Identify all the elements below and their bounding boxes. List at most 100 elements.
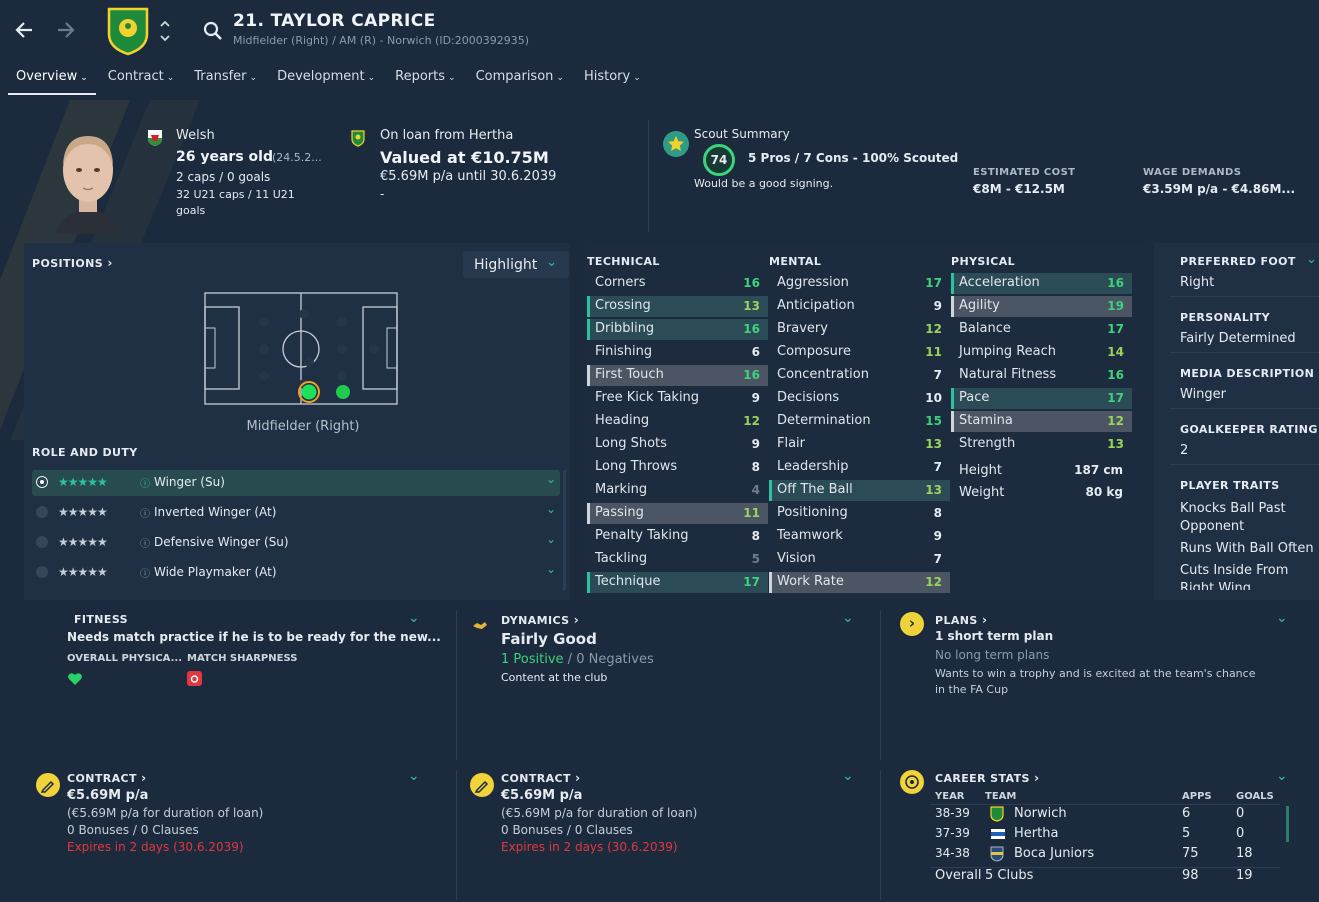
attribute-row[interactable]: Corners 16 xyxy=(587,273,768,294)
chevron-down-icon[interactable]: ⌄ xyxy=(408,610,420,626)
attribute-row[interactable]: Penalty Taking 8 xyxy=(587,526,768,547)
radio-icon[interactable] xyxy=(36,506,48,518)
info-icon[interactable]: ⓘ xyxy=(140,565,150,580)
tab-transfer[interactable]: Transfer ⌄ xyxy=(186,67,265,95)
contract-title-2[interactable]: CONTRACT › xyxy=(501,771,581,785)
attribute-row[interactable]: First Touch 16 xyxy=(587,365,768,386)
chevron-down-icon[interactable]: ⌄ xyxy=(1276,768,1288,784)
positions-title[interactable]: POSITIONS › xyxy=(32,256,113,270)
attribute-row[interactable]: Technique 17 xyxy=(587,572,768,593)
attribute-row[interactable]: Passing 11 xyxy=(587,503,768,524)
info-icon[interactable]: ⓘ xyxy=(140,505,150,520)
chevron-down-icon[interactable]: ⌄ xyxy=(546,562,556,576)
chevron-down-icon[interactable]: ⌄ xyxy=(842,768,854,784)
attribute-row[interactable]: Vision 7 xyxy=(769,549,950,570)
trait-item: Runs With Ball Often xyxy=(1180,541,1314,556)
attribute-row[interactable]: Strength 13 xyxy=(951,434,1132,455)
chevron-down-icon[interactable]: ⌄ xyxy=(546,502,556,516)
highlight-dropdown[interactable]: Highlight ⌄ xyxy=(463,251,569,278)
trait-item: Cuts Inside From xyxy=(1180,563,1289,578)
attribute-row[interactable]: Long Throws 8 xyxy=(587,457,768,478)
chevron-down-icon[interactable]: ⌄ xyxy=(546,472,556,486)
tab-history[interactable]: History ⌄ xyxy=(576,67,649,95)
chevron-down-icon[interactable]: ⌄ xyxy=(842,610,854,626)
attribute-row[interactable]: Anticipation 9 xyxy=(769,296,950,317)
attribute-name: Pace xyxy=(959,390,990,405)
attribute-row[interactable]: Determination 15 xyxy=(769,411,950,432)
divider xyxy=(1170,296,1319,297)
attribute-row[interactable]: Composure 11 xyxy=(769,342,950,363)
info-icon[interactable]: ⓘ xyxy=(140,535,150,550)
attribute-row[interactable]: Leadership 7 xyxy=(769,457,950,478)
role-row-defensive-winger[interactable]: ★★★★★ ⓘ Defensive Winger (Su) ⌄ xyxy=(32,530,560,556)
tab-development[interactable]: Development ⌄ xyxy=(269,67,383,95)
media-value: Winger xyxy=(1180,387,1227,402)
forward-arrow-icon[interactable] xyxy=(52,17,78,43)
attribute-row[interactable]: Stamina 12 xyxy=(951,411,1132,432)
attribute-value: 14 xyxy=(1107,345,1124,359)
divider xyxy=(1170,408,1319,409)
career-row[interactable]: 34-38 Boca Juniors 75 18 xyxy=(930,846,1285,866)
attribute-row[interactable]: Decisions 10 xyxy=(769,388,950,409)
contract-title[interactable]: CONTRACT › xyxy=(67,771,147,785)
attribute-row[interactable]: Heading 12 xyxy=(587,411,768,432)
attribute-name: Stamina xyxy=(959,413,1013,428)
tab-reports[interactable]: Reports ⌄ xyxy=(387,67,463,95)
info-icon[interactable]: ⓘ xyxy=(140,475,150,490)
attribute-row[interactable]: Work Rate 12 xyxy=(769,572,950,593)
career-row[interactable]: 37-39 Hertha 5 0 xyxy=(930,826,1285,846)
role-row-inverted-winger[interactable]: ★★★★★ ⓘ Inverted Winger (At) ⌄ xyxy=(32,500,560,526)
tab-comparison[interactable]: Comparison ⌄ xyxy=(468,67,572,95)
weight-value: 80 kg xyxy=(1085,485,1123,499)
attribute-row[interactable]: Concentration 7 xyxy=(769,365,950,386)
attribute-row[interactable]: Pace 17 xyxy=(951,388,1132,409)
role-row-wide-playmaker[interactable]: ★★★★★ ⓘ Wide Playmaker (At) ⌄ xyxy=(32,560,560,586)
attribute-row[interactable]: Teamwork 9 xyxy=(769,526,950,547)
attribute-value: 11 xyxy=(743,506,760,520)
col-year: YEAR xyxy=(935,791,965,802)
divider xyxy=(1170,464,1319,465)
plans-title[interactable]: PLANS › xyxy=(935,613,987,627)
chevron-down-icon[interactable]: ⌄ xyxy=(408,768,420,784)
attribute-row[interactable]: Aggression 17 xyxy=(769,273,950,294)
chevron-down-icon[interactable]: ⌄ xyxy=(1276,610,1288,626)
radio-icon[interactable] xyxy=(36,536,48,548)
career-title[interactable]: CAREER STATS › xyxy=(935,771,1039,785)
attribute-row[interactable]: Off The Ball 13 xyxy=(769,480,950,501)
age: 26 years old xyxy=(176,149,273,165)
attribute-row[interactable]: Natural Fitness 16 xyxy=(951,365,1132,386)
attribute-name: Work Rate xyxy=(777,574,844,589)
attribute-row[interactable]: Dribbling 16 xyxy=(587,319,768,340)
tab-overview[interactable]: Overview ⌄ xyxy=(8,67,96,95)
radio-selected-icon[interactable] xyxy=(36,476,48,488)
search-icon[interactable] xyxy=(202,20,224,42)
career-scrollbar[interactable] xyxy=(1286,806,1289,842)
attribute-row[interactable]: Tackling 5 xyxy=(587,549,768,570)
attribute-row[interactable]: Long Shots 9 xyxy=(587,434,768,455)
back-arrow-icon[interactable] xyxy=(12,17,38,43)
attribute-row[interactable]: Agility 19 xyxy=(951,296,1132,317)
roles-scrollbar[interactable] xyxy=(563,470,566,590)
highlight-label: Highlight xyxy=(474,257,538,273)
chevron-down-icon[interactable]: ⌄ xyxy=(1306,252,1317,267)
attribute-row[interactable]: Flair 13 xyxy=(769,434,950,455)
club-switch-icon[interactable] xyxy=(158,18,172,44)
tab-contract[interactable]: Contract ⌄ xyxy=(100,67,182,95)
attribute-row[interactable]: Jumping Reach 14 xyxy=(951,342,1132,363)
attribute-name: Balance xyxy=(959,321,1011,336)
attribute-row[interactable]: Marking 4 xyxy=(587,480,768,501)
radio-icon[interactable] xyxy=(36,566,48,578)
attribute-row[interactable]: Finishing 6 xyxy=(587,342,768,363)
attribute-row[interactable]: Crossing 13 xyxy=(587,296,768,317)
attribute-row[interactable]: Positioning 8 xyxy=(769,503,950,524)
attribute-row[interactable]: Acceleration 16 xyxy=(951,273,1132,294)
role-row-winger[interactable]: ★★★★★ ⓘ Winger (Su) ⌄ xyxy=(32,470,560,496)
attribute-value: 11 xyxy=(925,345,942,359)
career-row[interactable]: 38-39 Norwich 6 0 xyxy=(930,806,1285,826)
attribute-row[interactable]: Balance 17 xyxy=(951,319,1132,340)
dynamics-title[interactable]: DYNAMICS › xyxy=(501,613,579,627)
attribute-row[interactable]: Free Kick Taking 9 xyxy=(587,388,768,409)
attribute-row[interactable]: Bravery 12 xyxy=(769,319,950,340)
chevron-down-icon[interactable]: ⌄ xyxy=(546,532,556,546)
attribute-name: Positioning xyxy=(777,505,848,520)
